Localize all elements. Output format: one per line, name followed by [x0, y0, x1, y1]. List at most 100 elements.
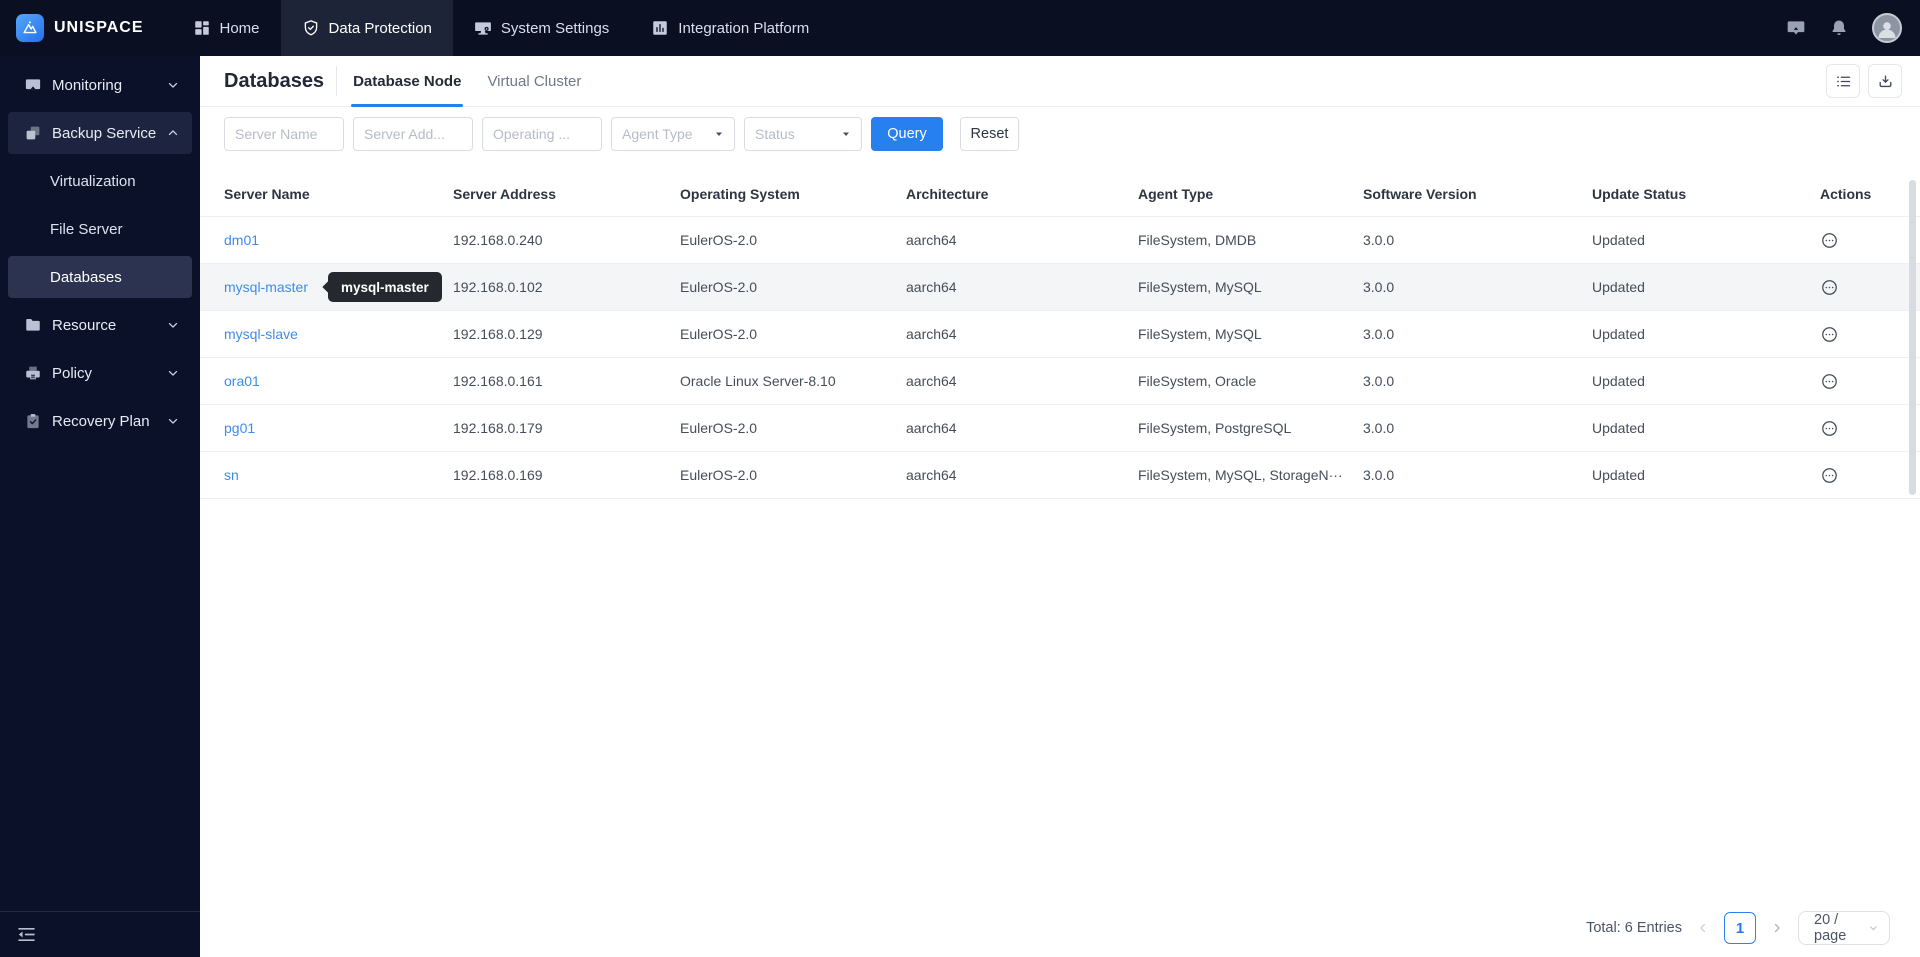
table-row: mysql-slave 192.168.0.129 EulerOS-2.0 aa…	[200, 311, 1920, 358]
update-status-cell: Updated	[1592, 373, 1645, 389]
server-name-link[interactable]: mysql-master	[224, 279, 308, 295]
message-icon[interactable]	[1786, 18, 1806, 38]
agent-type-cell: FileSystem, Oracle	[1138, 373, 1257, 389]
ellipsis-circle-icon[interactable]	[1820, 372, 1839, 391]
reset-button[interactable]: Reset	[960, 117, 1019, 151]
server-name-link[interactable]: ora01	[224, 373, 260, 389]
table-row: mysql-master 192.168.0.102 EulerOS-2.0 a…	[200, 264, 1920, 311]
chevron-right-icon	[1774, 923, 1780, 933]
tooltip-text: mysql-master	[341, 279, 429, 295]
filter-bar: Agent Type Status Query Reset	[200, 107, 1920, 172]
pagination-total: Total: 6 Entries	[1586, 920, 1682, 936]
agent-type-cell: FileSystem, MySQL	[1138, 279, 1262, 295]
scrollbar[interactable]	[1909, 180, 1916, 495]
software-version-cell: 3.0.0	[1363, 467, 1395, 483]
ellipsis-circle-icon[interactable]	[1820, 231, 1839, 250]
brand-name: UNISPACE	[54, 19, 144, 36]
previous-page-button[interactable]	[1695, 920, 1711, 936]
user-avatar[interactable]	[1872, 13, 1902, 43]
monitoring-icon	[25, 79, 41, 90]
sidebar-item-label: Recovery Plan	[52, 412, 150, 430]
sidebar-item-file-server[interactable]: File Server	[8, 208, 192, 250]
agent-type-cell: FileSystem, MySQL	[1138, 326, 1262, 342]
col-server-address: Server Address	[453, 186, 556, 202]
os-cell: EulerOS-2.0	[680, 232, 758, 248]
software-version-cell: 3.0.0	[1363, 326, 1395, 342]
server-name-input[interactable]	[224, 117, 344, 151]
agent-type-select[interactable]: Agent Type	[611, 117, 735, 151]
topnav-item-integration-platform[interactable]: Integration Platform	[630, 0, 830, 56]
chevron-down-icon	[1870, 926, 1877, 931]
table-row: ora01 192.168.0.161 Oracle Linux Server-…	[200, 358, 1920, 405]
main-content: Databases Database Node Virtual Cluster …	[200, 56, 1920, 957]
list-view-button[interactable]	[1826, 64, 1860, 98]
download-icon	[1879, 75, 1891, 87]
unispace-logo-icon	[16, 14, 44, 42]
table-row: sn 192.168.0.169 EulerOS-2.0 aarch64 Fil…	[200, 452, 1920, 499]
operating-system-input[interactable]	[482, 117, 602, 151]
page-number-button[interactable]: 1	[1724, 912, 1756, 944]
server-name-link[interactable]: dm01	[224, 232, 259, 248]
col-agent-type: Agent Type	[1138, 186, 1214, 202]
col-update-status: Update Status	[1592, 186, 1687, 202]
bell-icon[interactable]	[1829, 18, 1849, 38]
title-divider	[336, 66, 338, 96]
collapse-sidebar-icon[interactable]	[16, 924, 37, 945]
os-cell: EulerOS-2.0	[680, 326, 758, 342]
server-address-cell: 192.168.0.129	[453, 326, 543, 342]
status-select[interactable]: Status	[744, 117, 862, 151]
content-header: Databases Database Node Virtual Cluster	[200, 56, 1920, 107]
agent-type-cell: FileSystem, PostgreSQL	[1138, 420, 1292, 436]
server-address-cell: 192.168.0.169	[453, 467, 543, 483]
col-architecture: Architecture	[906, 186, 989, 202]
header-actions	[1826, 64, 1902, 98]
ellipsis-circle-icon[interactable]	[1820, 325, 1839, 344]
server-address-cell: 192.168.0.179	[453, 420, 543, 436]
sidebar: Monitoring Backup Service Virtualization…	[0, 56, 200, 957]
server-address-cell: 192.168.0.102	[453, 279, 543, 295]
ellipsis-circle-icon[interactable]	[1820, 466, 1839, 485]
sidebar-item-label: Resource	[52, 316, 117, 334]
server-name-link[interactable]: sn	[224, 467, 239, 483]
caret-down-icon	[716, 132, 722, 136]
chevron-down-icon	[168, 82, 178, 88]
server-address-input[interactable]	[353, 117, 473, 151]
chevron-left-icon	[1700, 923, 1706, 933]
sidebar-item-label: Backup Service	[52, 124, 157, 142]
os-cell: EulerOS-2.0	[680, 467, 758, 483]
architecture-cell: aarch64	[906, 467, 957, 483]
architecture-cell: aarch64	[906, 279, 957, 295]
server-name-link[interactable]: pg01	[224, 420, 255, 436]
chevron-down-icon	[168, 418, 178, 424]
query-button[interactable]: Query	[871, 117, 943, 151]
download-button[interactable]	[1868, 64, 1902, 98]
sidebar-item-recovery-plan[interactable]: Recovery Plan	[8, 400, 192, 442]
sidebar-item-monitoring[interactable]: Monitoring	[8, 64, 192, 106]
sidebar-item-policy[interactable]: Policy	[8, 352, 192, 394]
pagination: Total: 6 Entries 1 20 / page	[1586, 908, 1890, 948]
tab-virtual-cluster[interactable]: Virtual Cluster	[485, 56, 583, 106]
tab-database-node[interactable]: Database Node	[351, 56, 464, 107]
topnav-item-home[interactable]: Home	[172, 0, 281, 56]
sidebar-item-backup-service[interactable]: Backup Service	[8, 112, 192, 154]
topnav-item-data-protection[interactable]: Data Protection	[280, 0, 453, 56]
sidebar-item-databases[interactable]: Databases	[8, 256, 192, 298]
topbar-right	[1786, 13, 1920, 43]
col-software-version: Software Version	[1363, 186, 1477, 202]
page-size-select[interactable]: 20 / page	[1798, 911, 1890, 945]
topnav-label: Home	[219, 19, 260, 37]
policy-icon	[26, 366, 40, 380]
active-tab-underline	[351, 104, 464, 107]
update-status-cell: Updated	[1592, 467, 1645, 483]
status-placeholder: Status	[755, 126, 795, 142]
sidebar-item-virtualization[interactable]: Virtualization	[8, 160, 192, 202]
next-page-button[interactable]	[1769, 920, 1785, 936]
topnav-item-system-settings[interactable]: System Settings	[453, 0, 630, 56]
os-cell: EulerOS-2.0	[680, 279, 758, 295]
architecture-cell: aarch64	[906, 232, 957, 248]
server-name-link[interactable]: mysql-slave	[224, 326, 298, 342]
sidebar-item-resource[interactable]: Resource	[8, 304, 192, 346]
ellipsis-circle-icon[interactable]	[1820, 278, 1839, 297]
tab-label: Virtual Cluster	[487, 72, 582, 90]
ellipsis-circle-icon[interactable]	[1820, 419, 1839, 438]
